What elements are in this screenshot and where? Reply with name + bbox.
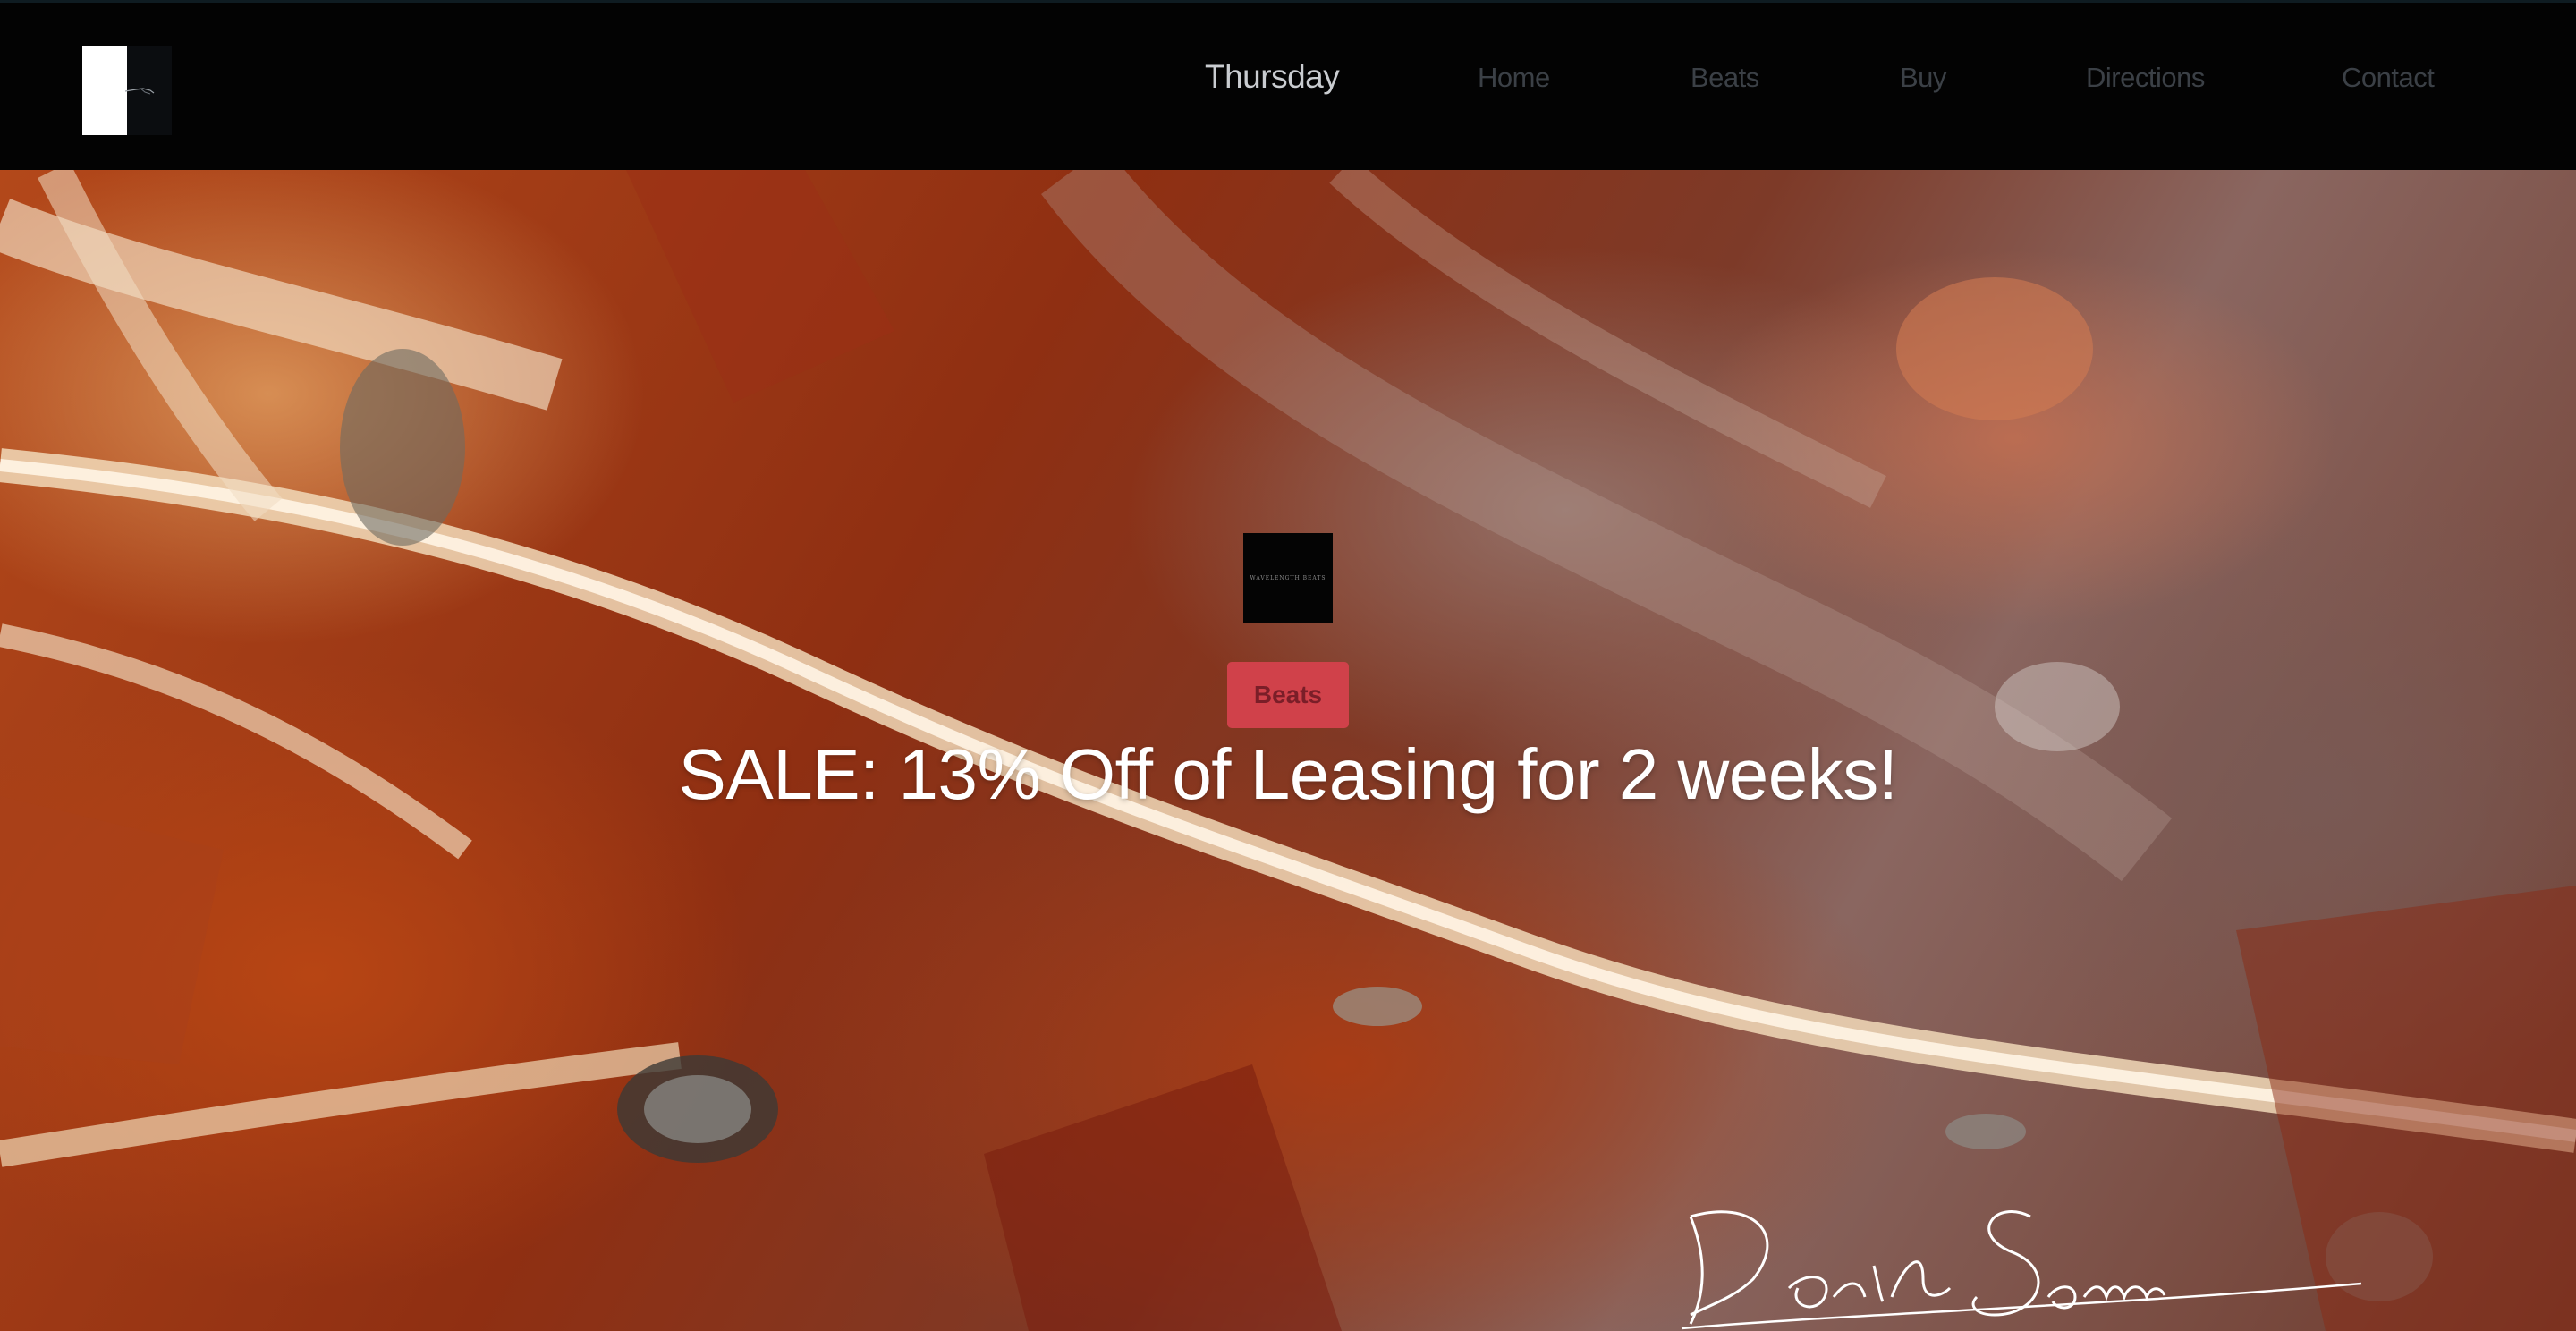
main-nav: Thursday Home Beats Buy Directions Conta… (1163, 58, 2576, 115)
nav-item-buy[interactable]: Buy (1900, 62, 1946, 94)
hero-content: WAVELENGTH BEATS Beats SALE: 13% Off of … (0, 170, 2576, 1331)
site-logo-icon[interactable] (82, 46, 172, 135)
sale-headline: SALE: 13% Off of Leasing for 2 weeks! (678, 734, 1898, 814)
page: Thursday Home Beats Buy Directions Conta… (0, 0, 2576, 1331)
nav-site-title[interactable]: Thursday (1205, 58, 1340, 96)
hero-section: WAVELENGTH BEATS Beats SALE: 13% Off of … (0, 170, 2576, 1331)
brand-mark-icon: WAVELENGTH BEATS (1243, 533, 1333, 623)
nav-item-home[interactable]: Home (1478, 62, 1550, 94)
nav-item-directions[interactable]: Directions (2086, 62, 2205, 94)
brand-mark-lettering: WAVELENGTH BEATS (1250, 574, 1326, 581)
logo-white-panel (82, 46, 127, 135)
signature-image (1681, 1210, 2362, 1330)
beats-button[interactable]: Beats (1227, 662, 1349, 728)
site-header: Thursday Home Beats Buy Directions Conta… (0, 0, 2576, 170)
nav-item-contact[interactable]: Contact (2342, 62, 2435, 94)
nav-item-beats[interactable]: Beats (1690, 62, 1759, 94)
logo-feather-icon (124, 87, 155, 95)
